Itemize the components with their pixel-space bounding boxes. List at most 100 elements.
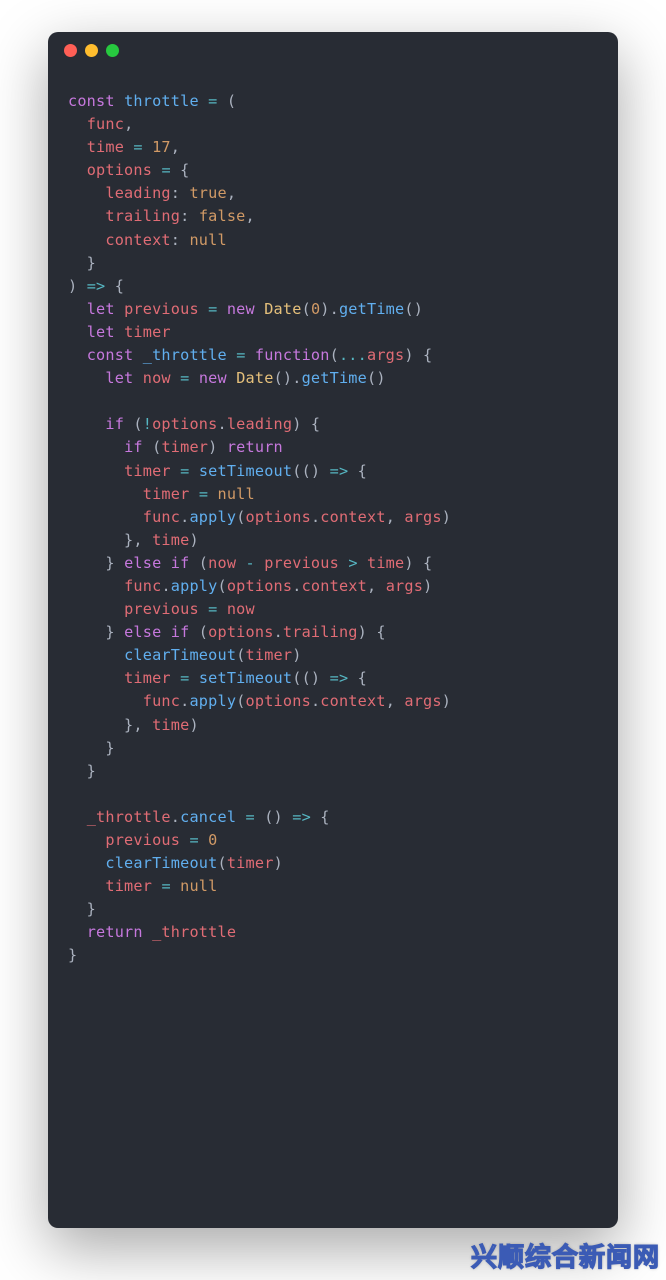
- code-token: =>: [87, 277, 106, 295]
- code-token: =: [180, 669, 189, 687]
- code-token: =>: [292, 808, 311, 826]
- code-token: =: [180, 369, 189, 387]
- maximize-icon[interactable]: [106, 44, 119, 57]
- code-token: =: [208, 600, 217, 618]
- code-token: throttle: [124, 92, 199, 110]
- code-token: timer: [143, 485, 190, 503]
- code-token: now: [143, 369, 171, 387]
- code-token: _throttle: [87, 808, 171, 826]
- code-token: =: [246, 808, 255, 826]
- code-token: if: [171, 554, 190, 572]
- code-token: let: [87, 300, 115, 318]
- code-token: function: [255, 346, 330, 364]
- code-token: return: [227, 438, 283, 456]
- code-token: previous: [124, 300, 199, 318]
- code-token: getTime: [302, 369, 367, 387]
- code-token: true: [189, 184, 226, 202]
- code-token: timer: [227, 854, 274, 872]
- watermark-text: 兴顺综合新闻网: [471, 1237, 660, 1274]
- code-token: timer: [124, 323, 171, 341]
- code-token: leading: [105, 184, 170, 202]
- code-window: const throttle = ( func, time = 17, opti…: [48, 32, 618, 1228]
- code-token: timer: [246, 646, 293, 664]
- code-token: null: [180, 877, 217, 895]
- code-token: =: [133, 138, 142, 156]
- code-token: !: [143, 415, 152, 433]
- code-token: trailing: [105, 207, 180, 225]
- code-token: if: [124, 438, 143, 456]
- code-token: =: [189, 831, 198, 849]
- code-token: options: [246, 508, 311, 526]
- code-token: context: [302, 577, 367, 595]
- code-token: else: [124, 623, 161, 641]
- code-token: false: [199, 207, 246, 225]
- code-token: =: [236, 346, 245, 364]
- code-token: func: [124, 577, 161, 595]
- code-token: leading: [227, 415, 292, 433]
- code-token: previous: [105, 831, 180, 849]
- code-token: new: [227, 300, 255, 318]
- code-token: clearTimeout: [105, 854, 217, 872]
- code-token: apply: [189, 508, 236, 526]
- code-token: return: [87, 923, 143, 941]
- code-token: time: [367, 554, 404, 572]
- code-token: Date: [264, 300, 301, 318]
- minimize-icon[interactable]: [85, 44, 98, 57]
- code-token: 17: [152, 138, 171, 156]
- code-token: time: [152, 531, 189, 549]
- code-token: cancel: [180, 808, 236, 826]
- window-titlebar: [48, 32, 618, 68]
- code-token: =: [180, 462, 189, 480]
- code-token: setTimeout: [199, 669, 292, 687]
- code-token: -: [246, 554, 255, 572]
- code-token: =: [208, 92, 217, 110]
- code-token: 0: [311, 300, 320, 318]
- code-token: =>: [330, 669, 349, 687]
- close-icon[interactable]: [64, 44, 77, 57]
- code-token: timer: [124, 462, 171, 480]
- code-token: args: [404, 692, 441, 710]
- code-token: apply: [189, 692, 236, 710]
- code-token: ...: [339, 346, 367, 364]
- code-token: >: [348, 554, 357, 572]
- code-token: args: [367, 346, 404, 364]
- code-token: previous: [264, 554, 339, 572]
- code-token: options: [227, 577, 292, 595]
- code-token: let: [87, 323, 115, 341]
- code-token: func: [143, 508, 180, 526]
- code-token: clearTimeout: [124, 646, 236, 664]
- code-token: =: [161, 161, 170, 179]
- code-token: context: [105, 231, 170, 249]
- code-token: timer: [124, 669, 171, 687]
- code-token: timer: [105, 877, 152, 895]
- code-token: options: [246, 692, 311, 710]
- code-token: null: [189, 231, 226, 249]
- code-token: let: [105, 369, 133, 387]
- code-token: args: [404, 508, 441, 526]
- code-token: now: [208, 554, 236, 572]
- code-token: options: [208, 623, 273, 641]
- code-token: Date: [236, 369, 273, 387]
- code-token: time: [152, 716, 189, 734]
- code-token: func: [143, 692, 180, 710]
- code-token: timer: [161, 438, 208, 456]
- code-token: options: [152, 415, 217, 433]
- code-token: const: [68, 92, 115, 110]
- code-token: if: [105, 415, 124, 433]
- code-token: null: [218, 485, 255, 503]
- code-token: apply: [171, 577, 218, 595]
- code-token: =>: [330, 462, 349, 480]
- code-token: trailing: [283, 623, 358, 641]
- code-token: args: [386, 577, 423, 595]
- code-token: else: [124, 554, 161, 572]
- code-token: func: [87, 115, 124, 133]
- code-token: =: [199, 485, 208, 503]
- code-token: setTimeout: [199, 462, 292, 480]
- code-token: _throttle: [152, 923, 236, 941]
- code-token: time: [87, 138, 124, 156]
- code-token: context: [320, 692, 385, 710]
- code-token: options: [87, 161, 152, 179]
- code-token: =: [161, 877, 170, 895]
- code-token: if: [171, 623, 190, 641]
- code-token: getTime: [339, 300, 404, 318]
